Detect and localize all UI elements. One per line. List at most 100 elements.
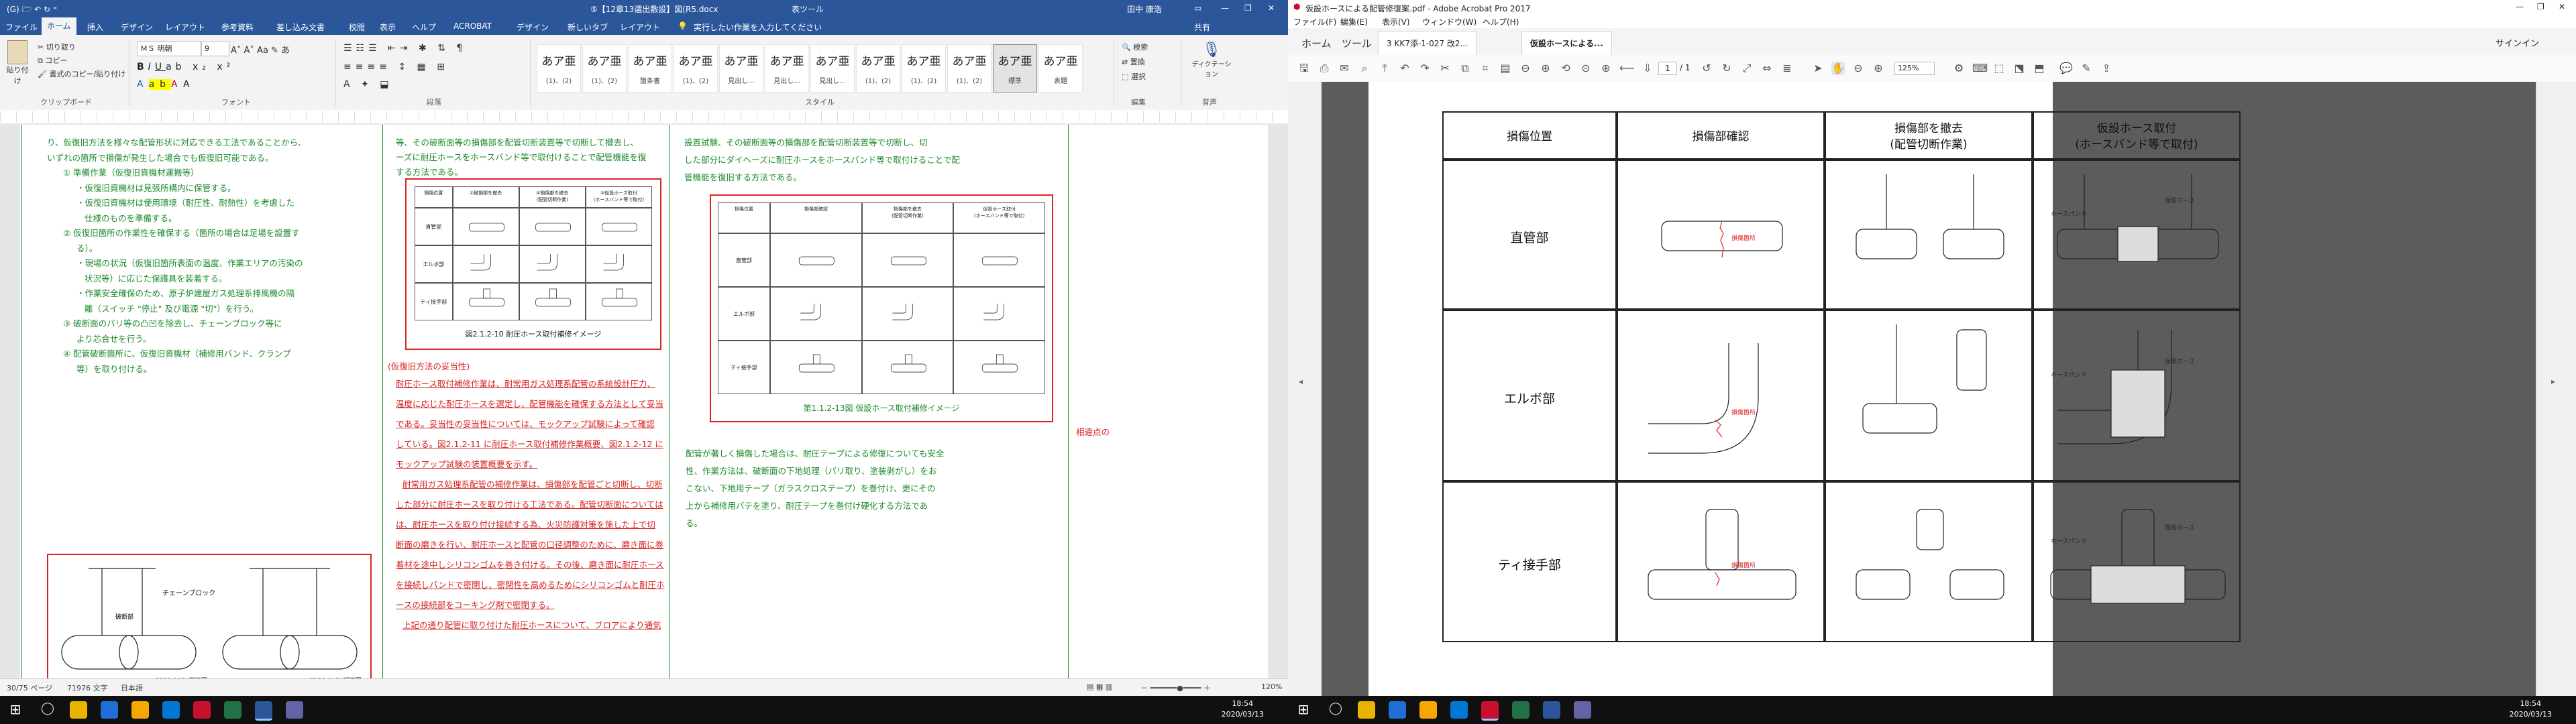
horizontal-ruler[interactable] — [0, 110, 1288, 124]
font-size-select[interactable]: 9 — [201, 42, 229, 56]
document-page[interactable]: り、仮復旧方法を様々な配管形状に対応できる工法であることから、 いずれの箇所で損傷… — [20, 125, 1268, 690]
language[interactable]: 日本語 — [121, 682, 143, 693]
chrome-icon[interactable] — [1419, 701, 1437, 719]
search-icon[interactable]: ⌕ — [1358, 62, 1371, 75]
ribbon-display-icon[interactable]: ▭ — [1194, 3, 1201, 13]
teams-icon[interactable] — [286, 701, 303, 719]
previous-page-icon[interactable]: ⊖ — [1519, 62, 1532, 75]
tools-icon[interactable]: ⚙ — [1952, 62, 1966, 75]
edge-icon[interactable] — [1389, 701, 1406, 719]
scissors-icon[interactable]: ✂ — [1438, 62, 1452, 75]
clock-left[interactable]: 18:54 2020/03/13 — [1222, 699, 1264, 720]
tab-tools[interactable]: ツール — [1342, 36, 1372, 50]
cut-button[interactable]: ✂ 切り取り — [38, 42, 76, 52]
font-color-buttons[interactable]: AabAA — [137, 79, 195, 90]
find-button[interactable]: 🔍 検索 — [1122, 42, 1148, 52]
chrome-icon[interactable] — [131, 701, 149, 719]
outlook-icon[interactable] — [1450, 701, 1468, 719]
zoom-in-icon[interactable]: ⊕ — [1872, 62, 1885, 75]
cursor-icon[interactable]: ➤ — [1811, 62, 1825, 75]
word-icon[interactable] — [1543, 701, 1560, 719]
start-icon[interactable]: ⊞ — [1295, 701, 1312, 719]
save-icon[interactable]: 🖫 — [1297, 62, 1311, 75]
upload-icon[interactable]: ⤒ — [1378, 62, 1391, 75]
undo-icon[interactable]: ↶ — [1398, 62, 1411, 75]
down-arrow-icon[interactable]: ⇩ — [1641, 62, 1654, 75]
list-buttons[interactable]: ☰☷☰ ⇤⇥ ✱ ⇅ ¶ — [343, 43, 466, 54]
copy-icon[interactable]: ⧉ — [1458, 62, 1472, 75]
menu-edit[interactable]: 編集(E) — [1340, 16, 1368, 27]
tab-table-layout[interactable]: レイアウト — [620, 21, 660, 33]
font-style-buttons[interactable]: BIUab x₂ x² — [137, 62, 234, 72]
rotate-right-icon[interactable]: ↻ — [1720, 62, 1733, 75]
page-icon[interactable]: ▤ — [1499, 62, 1512, 75]
typewriter-icon[interactable]: ⌨ — [1972, 62, 1988, 75]
back-icon[interactable]: ⟵ — [1619, 62, 1635, 75]
tell-me-input[interactable]: 実行したい作業を入力してください — [694, 21, 822, 33]
format-painter-button[interactable]: 🖌 書式のコピー/貼り付け — [38, 68, 125, 79]
acrobat-icon[interactable] — [193, 701, 211, 719]
align-buttons[interactable]: ≡≡≡≡ ↕ ▦ ⊞ — [343, 62, 449, 72]
zoom-out-icon[interactable]: ⊖ — [1851, 62, 1865, 75]
tab-acrobat[interactable]: ACROBAT — [453, 21, 492, 31]
tab-layout[interactable]: レイアウト — [165, 21, 205, 33]
collapse-right-icon[interactable]: ▸ — [2551, 377, 2555, 386]
next-icon[interactable]: ⊕ — [1599, 62, 1613, 75]
tab-new[interactable]: 新しいタブ — [568, 21, 608, 33]
tab-help[interactable]: ヘルプ — [412, 21, 436, 33]
excel-icon[interactable] — [1512, 701, 1529, 719]
word-icon[interactable] — [255, 701, 272, 721]
teams-icon[interactable] — [1574, 701, 1591, 719]
search-icon[interactable]: ◯ — [1327, 701, 1344, 719]
scroll-icon[interactable]: ≣ — [1780, 62, 1794, 75]
doc-tab-2[interactable]: 仮設ホースによる... — [1521, 31, 1612, 56]
tab-review[interactable]: 校閲 — [349, 21, 365, 33]
view-buttons[interactable]: ▤ ▦ ▥ — [1087, 682, 1112, 691]
fit-width-icon[interactable]: ⇔ — [1760, 62, 1774, 75]
tab-insert[interactable]: 挿入 — [87, 21, 103, 33]
start-icon[interactable]: ⊞ — [7, 701, 24, 719]
redo-icon[interactable]: ↷ — [1418, 62, 1432, 75]
close-icon[interactable]: ✕ — [1268, 3, 1275, 13]
minimize-icon[interactable]: — — [2516, 2, 2524, 11]
comment-icon[interactable]: 💬 — [2059, 62, 2073, 75]
prev-icon[interactable]: ⊝ — [1579, 62, 1593, 75]
menu-window[interactable]: ウィンドウ(W) — [1422, 16, 1477, 27]
fullscreen-icon[interactable]: ⬒ — [2033, 62, 2046, 75]
style-3[interactable]: あア亜 (1)、(2) — [674, 44, 718, 93]
copy-button[interactable]: ⧉ コピー — [38, 55, 67, 66]
zoom-level[interactable]: 120% — [1261, 682, 1282, 691]
collapse-left-icon[interactable]: ◂ — [1299, 377, 1303, 386]
pan-icon[interactable]: ⟲ — [1559, 62, 1572, 75]
excel-icon[interactable] — [224, 701, 241, 719]
pen-icon[interactable]: ✎ — [2080, 62, 2093, 75]
tab-view[interactable]: 表示 — [380, 21, 396, 33]
tab-references[interactable]: 参考資料 — [221, 21, 254, 33]
tab-table-design[interactable]: デザイン — [517, 21, 549, 33]
tab-mailings[interactable]: 差し込み文書 — [276, 21, 325, 33]
sign-in-button[interactable]: サインイン — [2496, 36, 2539, 49]
style-8[interactable]: あア亜 (1)、(2) — [902, 44, 946, 93]
style-11[interactable]: あア亜 表題 — [1038, 44, 1083, 93]
page-count[interactable]: 30/75 ページ — [7, 682, 52, 693]
close-icon[interactable]: ✕ — [2559, 2, 2565, 11]
share-icon[interactable]: ⇪ — [2100, 62, 2113, 75]
zoom-slider[interactable]: － ━━━━━━●━━━━ ＋ — [1140, 682, 1211, 693]
outlook-icon[interactable] — [162, 701, 180, 719]
acrobat-icon[interactable] — [1481, 701, 1499, 721]
menu-file[interactable]: ファイル(F) — [1293, 16, 1336, 27]
tab-home[interactable]: ホーム — [1301, 36, 1332, 50]
quick-access-toolbar[interactable]: (G) 🗁 ↶ ↻ ⁼ — [7, 3, 57, 17]
share-button[interactable]: 共有 — [1194, 21, 1210, 33]
clock-right[interactable]: 18:54 2020/03/13 — [2510, 699, 2552, 720]
tab-home[interactable]: ホーム — [42, 17, 76, 35]
fit-page-icon[interactable]: ⤢ — [1740, 62, 1754, 75]
style-10[interactable]: あア亜 標準 — [993, 44, 1037, 93]
paste-button[interactable]: 貼り付け — [5, 40, 30, 86]
grow-font-icon[interactable]: A˄ A˅ Aa ✎ あ — [231, 43, 290, 56]
pdf-page[interactable]: 損傷位置 損傷部確認 損傷部を撤去 (配管切断作業) 仮設ホース取付 (ホースバンド等… — [1368, 82, 2241, 696]
style-0[interactable]: あア亜 (1)、(2) — [537, 44, 581, 93]
style-7[interactable]: あア亜 (1)、(2) — [856, 44, 900, 93]
rotate-left-icon[interactable]: ↺ — [1700, 62, 1713, 75]
style-2[interactable]: あア亜 箇条書 — [628, 44, 672, 93]
